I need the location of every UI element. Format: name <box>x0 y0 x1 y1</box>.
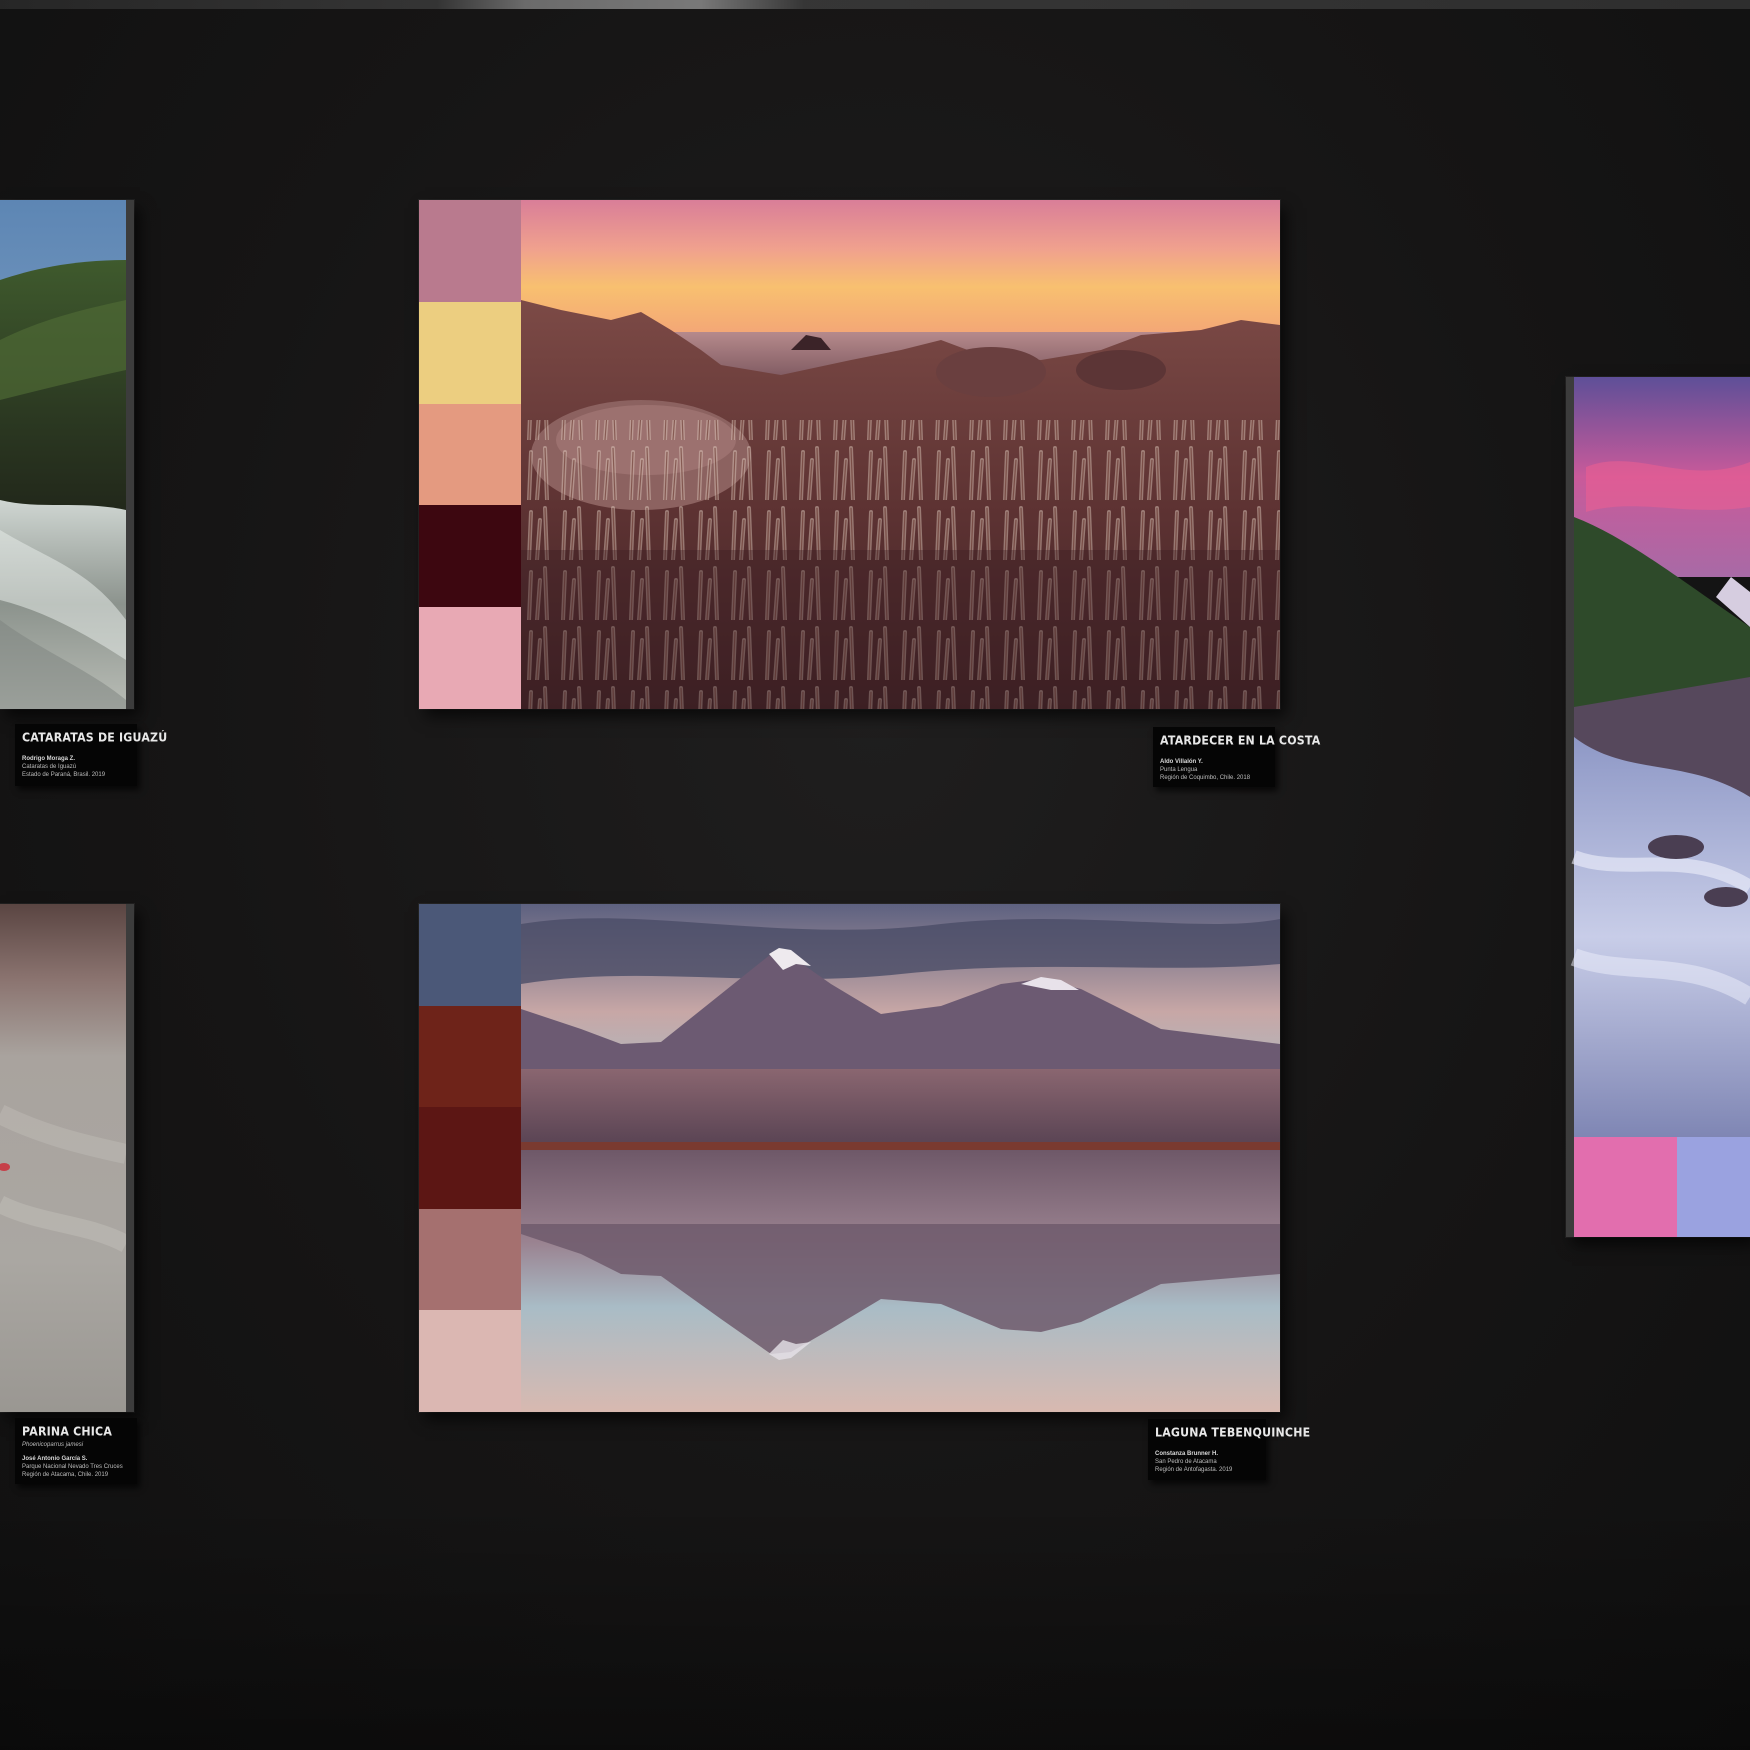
river-mountain-photo <box>1566 377 1750 1237</box>
floor-shadow <box>0 1500 1750 1750</box>
palette-swatch <box>419 301 521 404</box>
palette-swatch <box>419 403 521 506</box>
artwork-atardecer-canvas[interactable] <box>419 200 1280 709</box>
label-author: Rodrigo Moraga Z. <box>22 756 75 762</box>
palette-swatch <box>419 904 521 1006</box>
label-location: Parque Nacional Nevado Tres Cruces <box>22 1464 123 1470</box>
artwork-cataratas-canvas[interactable] <box>0 200 134 709</box>
label-laguna: LAGUNA TEBENQUINCHE Constanza Brunner H.… <box>1148 1419 1311 1480</box>
palette-swatch <box>419 1310 521 1412</box>
palette-swatch <box>419 1208 521 1311</box>
palette-swatch <box>419 607 521 709</box>
flamingo-photo <box>0 904 134 1412</box>
artwork-parina-canvas[interactable] <box>0 904 134 1412</box>
artwork-rio-canvas[interactable] <box>1566 377 1750 1237</box>
color-palette-laguna <box>419 904 521 1412</box>
ceiling-strip <box>0 0 1750 9</box>
label-region: Región de Coquimbo, Chile. 2018 <box>1160 775 1251 781</box>
label-atardecer: ATARDECER EN LA COSTA Aldo Villalón Y. P… <box>1153 727 1321 787</box>
coastal-sunset-photo <box>521 200 1280 709</box>
label-title: PARINA CHICA <box>22 1424 113 1439</box>
volcano-lagoon-photo <box>521 904 1280 1412</box>
label-author: Aldo Villalón Y. <box>1160 759 1203 765</box>
label-region: Región de Antofagasta. 2019 <box>1155 1467 1233 1473</box>
palette-swatch <box>419 200 521 302</box>
label-parina: PARINA CHICA Phoenicoparrus jamesi José … <box>15 1418 137 1484</box>
label-author: Constanza Brunner H. <box>1155 1451 1219 1457</box>
artwork-laguna-canvas[interactable] <box>419 904 1280 1412</box>
label-title: CATARATAS DE IGUAZÚ <box>22 730 168 745</box>
palette-swatch <box>1574 1137 1677 1237</box>
waterfall-photo <box>0 200 134 709</box>
palette-swatch <box>419 1107 521 1209</box>
label-title: ATARDECER EN LA COSTA <box>1160 733 1321 748</box>
label-region: Región de Atacama, Chile. 2019 <box>22 1472 109 1478</box>
label-location: Punta Lengua <box>1160 767 1198 773</box>
label-location: San Pedro de Atacama <box>1155 1459 1217 1465</box>
palette-swatch <box>419 1005 521 1108</box>
label-region: Estado de Paraná, Brasil. 2019 <box>22 772 106 778</box>
color-palette-atardecer <box>419 200 521 709</box>
palette-swatch <box>1677 1137 1750 1237</box>
palette-swatch <box>419 505 521 608</box>
label-cataratas: CATARATAS DE IGUAZÚ Rodrigo Moraga Z. Ca… <box>15 724 168 786</box>
label-species: Phoenicoparrus jamesi <box>22 1442 84 1448</box>
label-title: LAGUNA TEBENQUINCHE <box>1155 1425 1311 1440</box>
label-author: José Antonio García S. <box>22 1456 88 1462</box>
label-location: Cataratas de Iguazú <box>22 764 77 770</box>
